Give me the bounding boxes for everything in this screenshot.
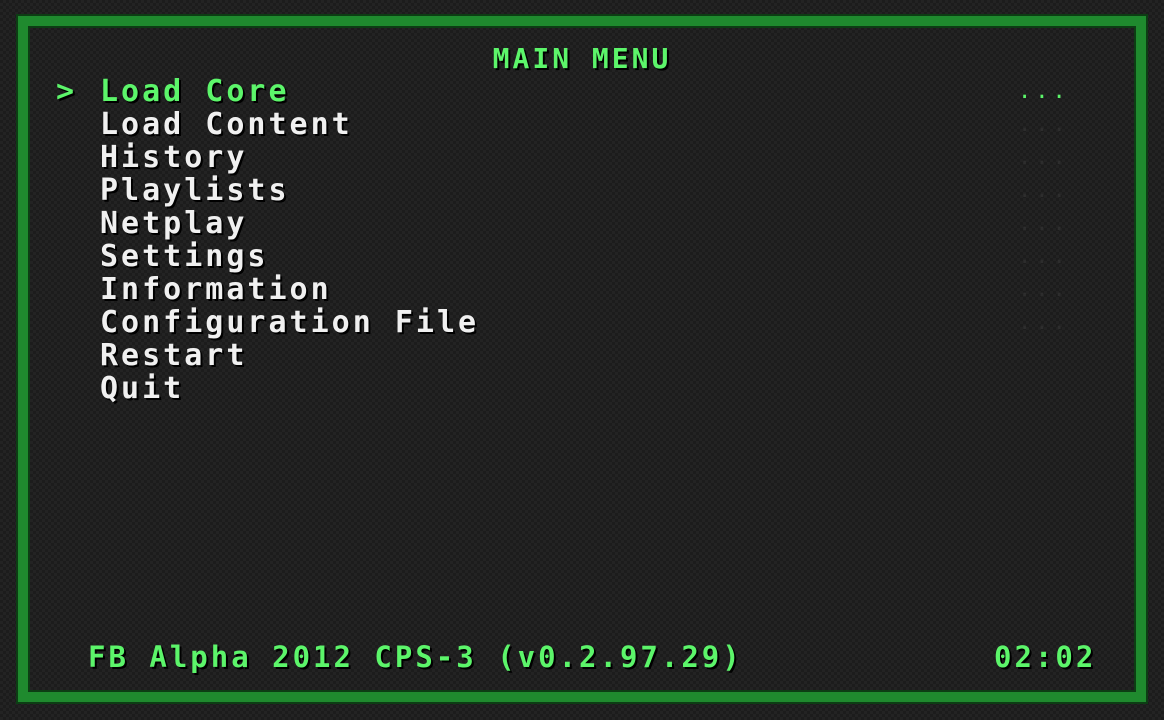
menu-item-label: Restart (100, 338, 248, 373)
menu-item-value: ... (1018, 112, 1070, 137)
menu-item-value: ... (1018, 145, 1070, 170)
menu-item-value: ... (1018, 244, 1070, 269)
core-info-label: FB Alpha 2012 CPS-3 (v0.2.97.29) (88, 640, 743, 674)
menu-item-label: Configuration File (100, 305, 480, 340)
menu-item-label: Playlists (100, 173, 290, 208)
menu-item-value: ... (1018, 211, 1070, 236)
menu-item-label: Load Core (100, 74, 290, 109)
menu-item-configuration-file[interactable]: Configuration File ... (0, 306, 1164, 339)
menu-item-playlists[interactable]: Playlists ... (0, 174, 1164, 207)
menu-item-label: Information (100, 272, 332, 307)
menu-item-label: Netplay (100, 206, 248, 241)
menu-item-settings[interactable]: Settings ... (0, 240, 1164, 273)
clock-label: 02:02 (994, 640, 1097, 674)
menu-item-label: Quit (100, 371, 185, 406)
rgui-screen: MAIN MENU > Load Core ... Load Content .… (0, 0, 1164, 720)
menu-item-label: History (100, 140, 248, 175)
menu-item-label: Load Content (100, 107, 353, 142)
menu-item-label: Settings (100, 239, 269, 274)
menu-item-value: ... (1018, 277, 1070, 302)
menu-item-information[interactable]: Information ... (0, 273, 1164, 306)
menu-item-load-content[interactable]: Load Content ... (0, 108, 1164, 141)
main-menu-list: Load Core ... Load Content ... History .… (0, 75, 1164, 405)
menu-item-quit[interactable]: Quit (0, 372, 1164, 405)
page-title: MAIN MENU (492, 42, 672, 75)
menu-item-restart[interactable]: Restart (0, 339, 1164, 372)
menu-item-netplay[interactable]: Netplay ... (0, 207, 1164, 240)
menu-item-value: ... (1018, 310, 1070, 335)
menu-item-load-core[interactable]: Load Core ... (0, 75, 1164, 108)
menu-item-history[interactable]: History ... (0, 141, 1164, 174)
menu-item-value: ... (1018, 178, 1070, 203)
menu-item-value: ... (1018, 79, 1070, 104)
